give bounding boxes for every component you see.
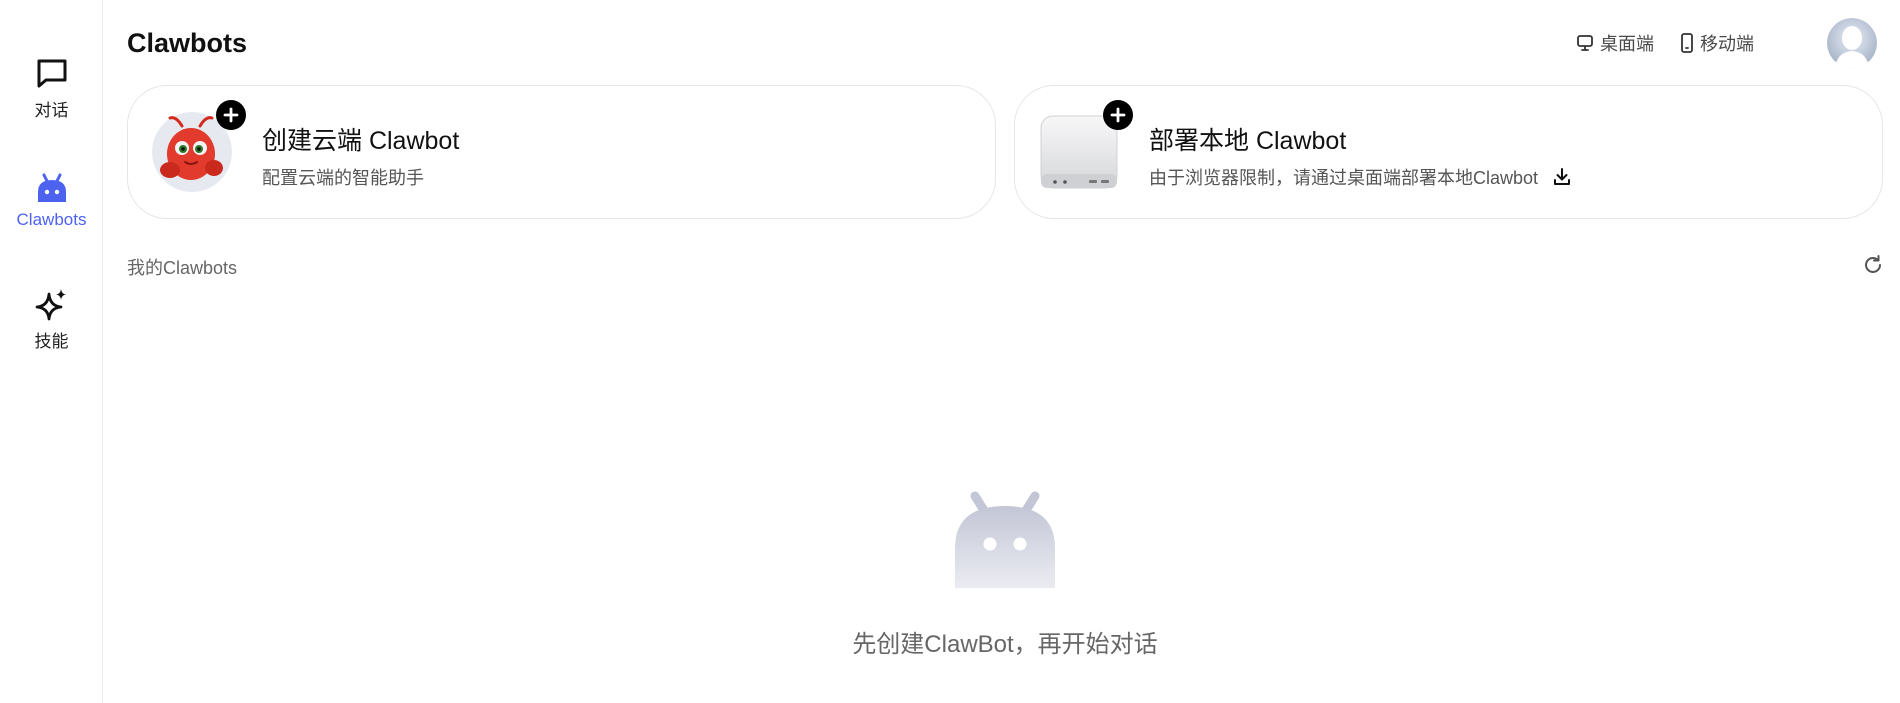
mobile-icon <box>1681 33 1693 53</box>
sidebar: 对话 Clawbots 技能 <box>0 0 103 703</box>
section-title: 我的Clawbots <box>127 258 238 278</box>
chat-bubble-icon <box>37 59 66 88</box>
card-title: 创建云端 Clawbot <box>262 127 460 155</box>
desktop-icon <box>1577 35 1593 51</box>
mobile-app-link[interactable]: 移动端 <box>1680 30 1754 56</box>
header-links: 桌面端 移动端 <box>1576 30 1754 56</box>
create-cloud-clawbot-card[interactable]: 创建云端 Clawbot 配置云端的智能助手 <box>127 85 996 219</box>
deploy-local-clawbot-card[interactable]: 部署本地 Clawbot 由于浏览器限制，请通过桌面端部署本地Clawbot <box>1014 85 1883 219</box>
card-title: 部署本地 Clawbot <box>1149 127 1347 155</box>
desktop-app-label: 桌面端 <box>1600 34 1654 54</box>
download-icon[interactable] <box>1552 167 1572 187</box>
sidebar-item-label: 技能 <box>34 332 69 351</box>
empty-state-message: 先创建ClawBot，再开始对话 <box>852 631 1158 658</box>
avatar[interactable] <box>1827 18 1877 68</box>
sidebar-item-clawbots[interactable]: Clawbots <box>0 172 103 230</box>
card-thumbnail <box>152 100 246 192</box>
sparkle-icon <box>35 289 66 321</box>
sidebar-item-label: Clawbots <box>16 210 87 229</box>
sidebar-item-chat[interactable]: 对话 <box>0 56 103 121</box>
mobile-app-label: 移动端 <box>1700 34 1754 54</box>
refresh-button[interactable] <box>1862 254 1884 276</box>
refresh-icon <box>1865 255 1881 273</box>
card-thumbnail <box>1039 100 1133 192</box>
desktop-app-link[interactable]: 桌面端 <box>1576 30 1654 56</box>
card-subtitle-text: 配置云端的智能助手 <box>262 168 424 188</box>
user-avatar-icon <box>1827 18 1877 68</box>
plus-badge-icon <box>1103 100 1133 130</box>
robot-icon <box>955 491 1055 588</box>
plus-badge-icon <box>216 100 246 130</box>
card-subtitle: 配置云端的智能助手 <box>262 164 424 190</box>
card-subtitle: 由于浏览器限制，请通过桌面端部署本地Clawbot <box>1149 164 1572 190</box>
empty-state-illustration <box>950 490 1060 590</box>
card-subtitle-text: 由于浏览器限制，请通过桌面端部署本地Clawbot <box>1149 168 1539 188</box>
sidebar-item-skills[interactable]: 技能 <box>0 287 103 352</box>
sidebar-item-label: 对话 <box>34 101 69 120</box>
robot-icon <box>37 173 66 202</box>
page-title: Clawbots <box>127 28 248 58</box>
